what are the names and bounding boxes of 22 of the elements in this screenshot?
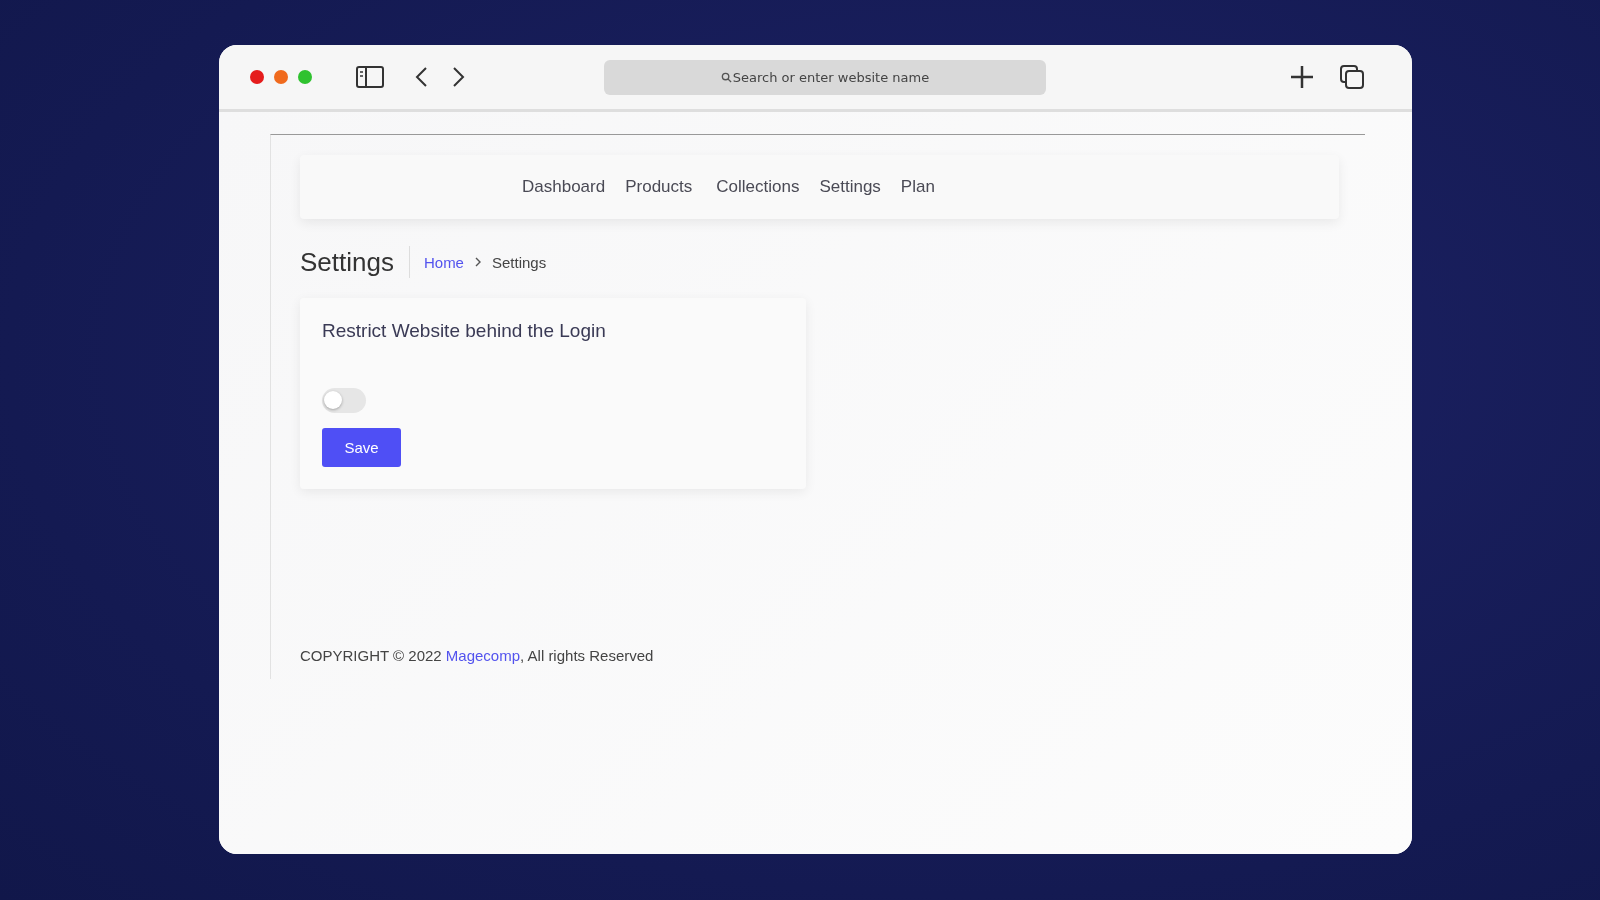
nav-link[interactable]: Collections: [716, 177, 800, 197]
address-bar[interactable]: Search or enter website name: [604, 59, 1046, 95]
copyright-text: COPYRIGHT © 2022 Magecomp, All rights Reserved: [300, 647, 655, 664]
minimize-icon[interactable]: [274, 70, 288, 84]
sidebar-icon[interactable]: [356, 66, 384, 88]
breadcrumb-current: Settings: [491, 253, 547, 271]
close-icon[interactable]: [250, 70, 264, 84]
nav-link[interactable]: Dashboard: [522, 177, 606, 197]
forward-icon[interactable]: [452, 66, 466, 88]
toggle-switch[interactable]: [322, 388, 366, 413]
nav-link[interactable]: Settings: [819, 177, 881, 197]
nav-link[interactable]: Plan: [900, 177, 935, 197]
nav-link[interactable]: Products: [625, 177, 693, 197]
breadcrumb-link[interactable]: Home: [423, 253, 464, 271]
back-icon[interactable]: [414, 66, 428, 88]
card-title: Restrict Website behind the Login: [322, 320, 607, 342]
chevron-icon: [473, 257, 482, 267]
new-tab-icon[interactable]: [1289, 64, 1315, 90]
save-button[interactable]: Save: [322, 428, 401, 467]
page-title: Settings: [300, 246, 410, 278]
search-icon: [721, 71, 732, 83]
tabs-icon[interactable]: [1339, 64, 1365, 90]
